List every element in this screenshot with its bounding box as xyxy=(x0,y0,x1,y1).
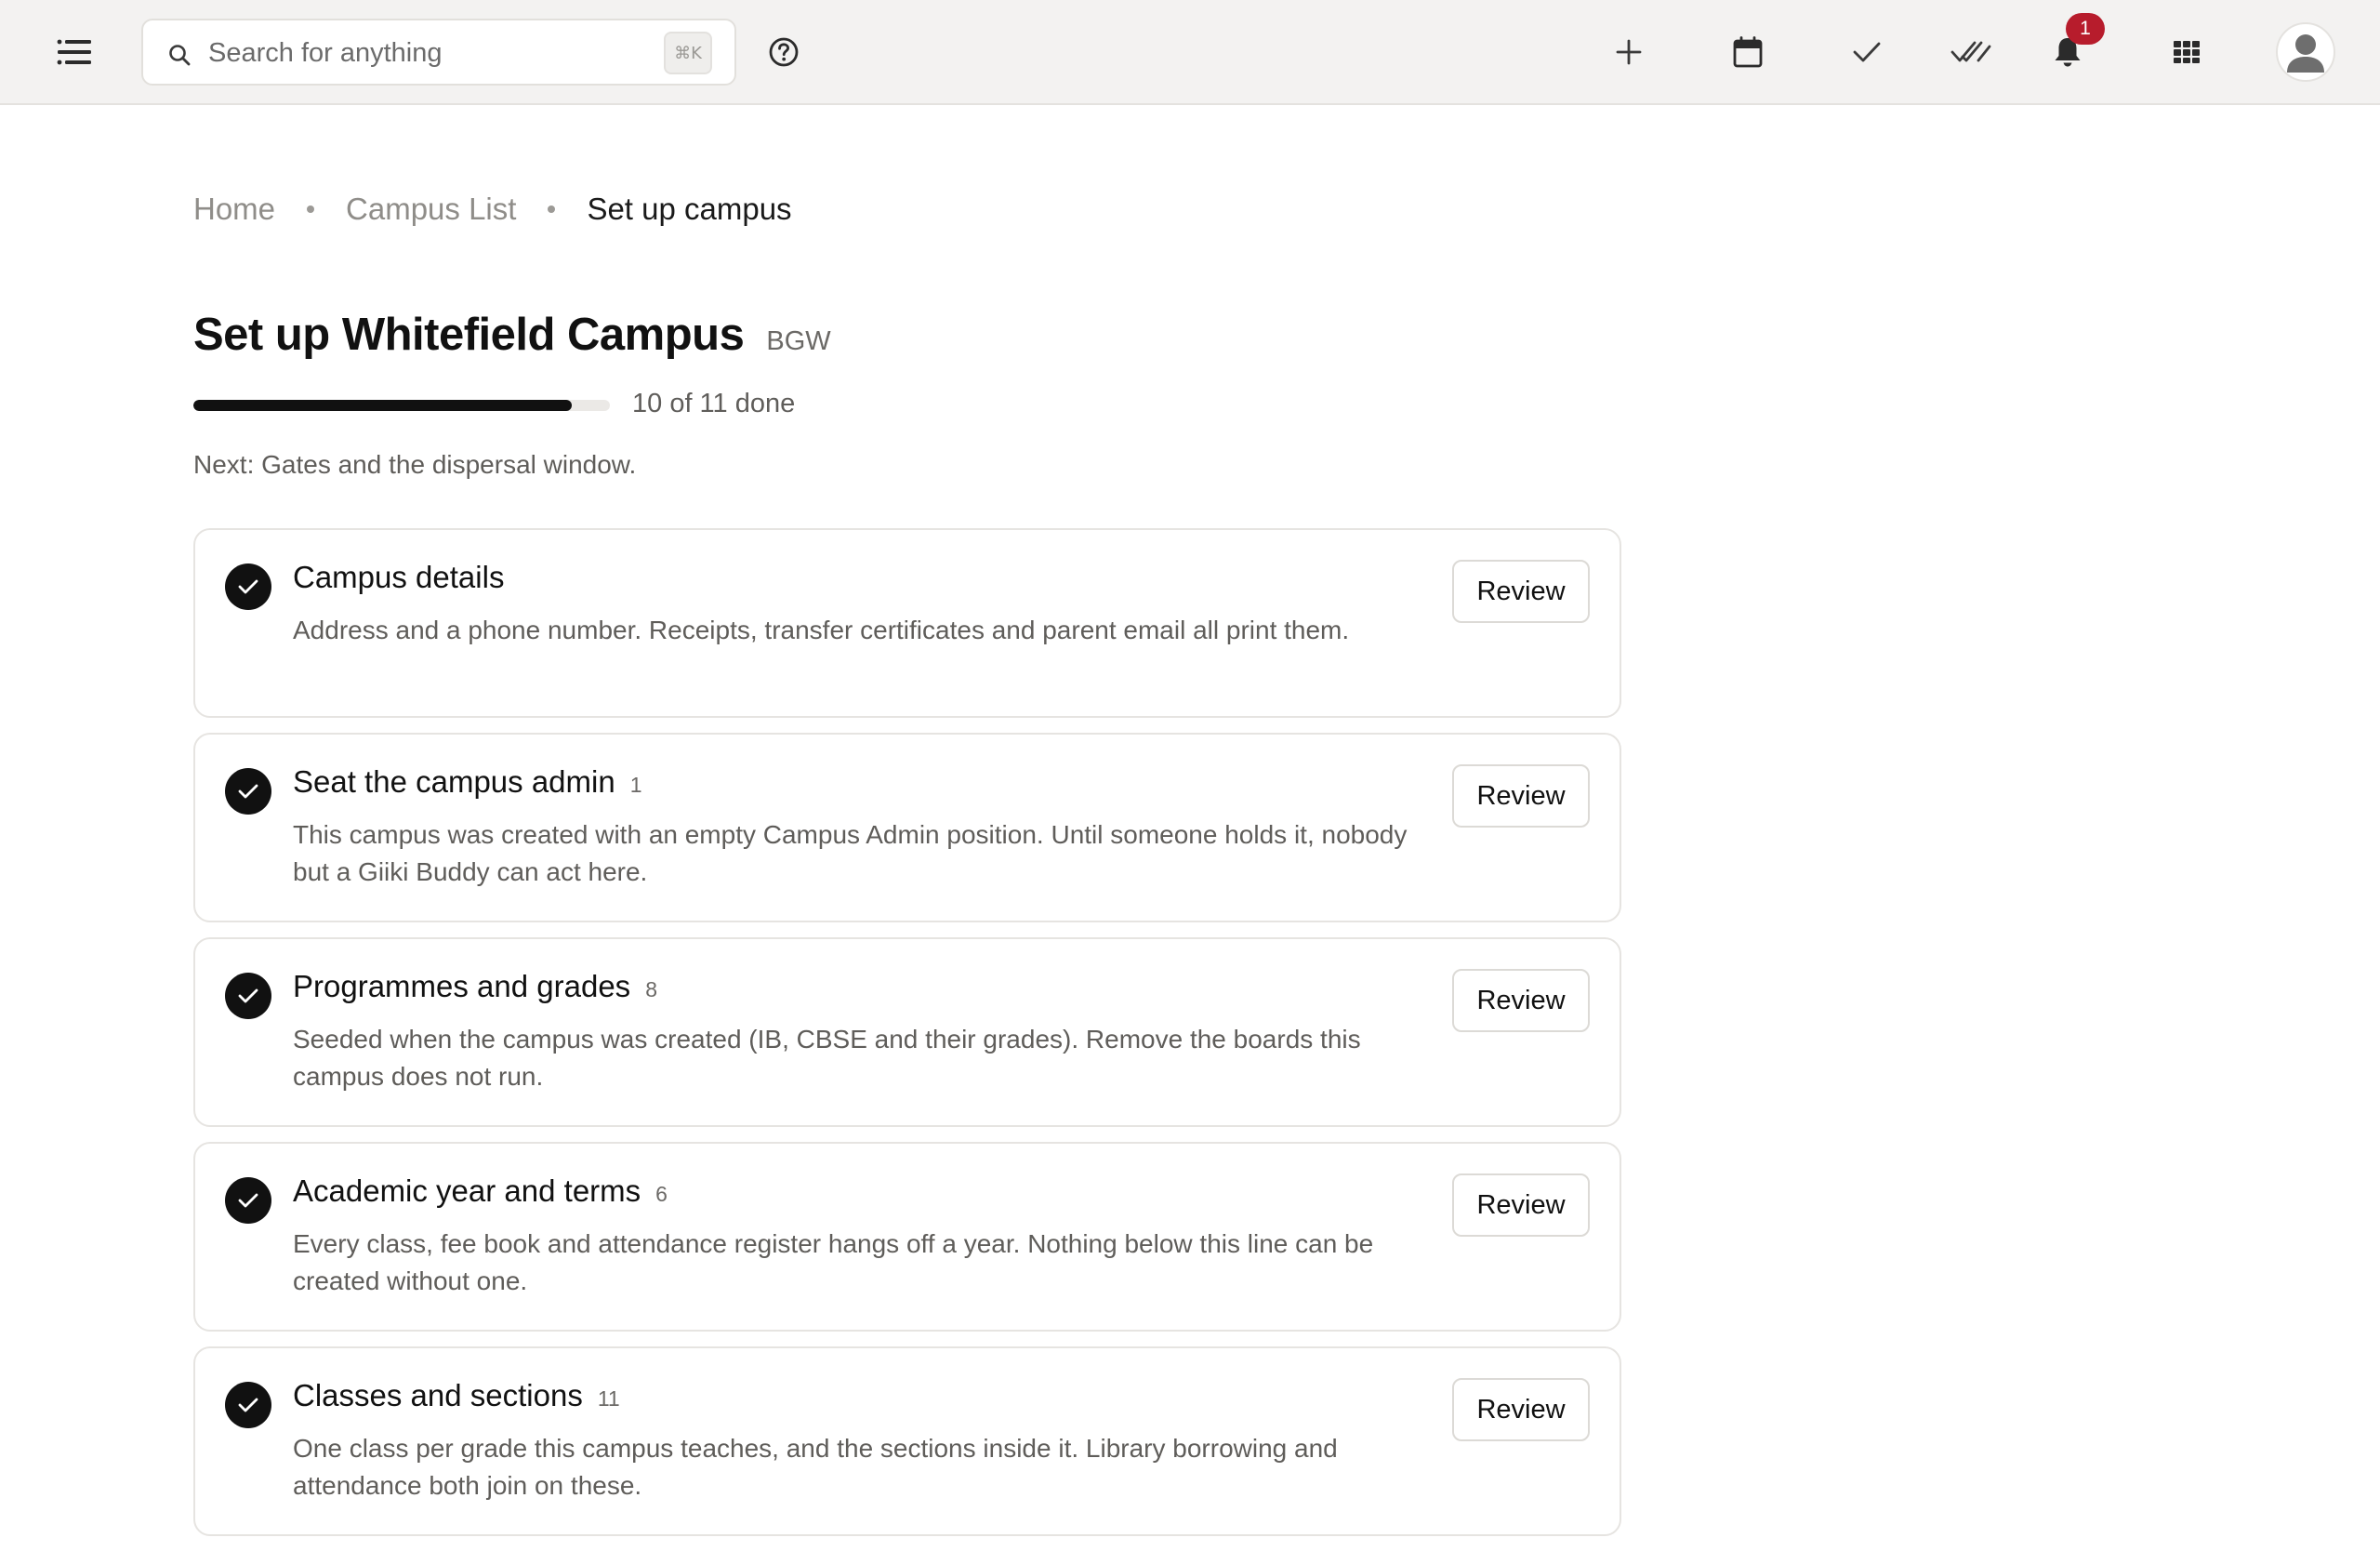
review-button[interactable]: Review xyxy=(1452,1378,1590,1441)
search-icon xyxy=(169,45,191,66)
step-description: One class per grade this campus teaches,… xyxy=(293,1434,1338,1500)
step-description: Address and a phone number. Receipts, tr… xyxy=(293,616,1350,644)
top-bar: ⌘K xyxy=(0,0,2380,105)
step-heading: Programmes and grades 8 xyxy=(293,969,657,1004)
step-card-campus-details: Campus details Address and a phone numbe… xyxy=(193,528,1621,718)
notification-badge: 1 xyxy=(2066,13,2105,45)
double-check-icon xyxy=(1950,41,1991,62)
add-button[interactable] xyxy=(1599,22,1659,82)
check-icon xyxy=(238,784,258,799)
calendar-button[interactable] xyxy=(1718,22,1778,82)
breadcrumb-campus-list[interactable]: Campus List xyxy=(346,192,516,227)
step-heading: Academic year and terms 6 xyxy=(293,1173,668,1209)
step-card-classes-sections: Classes and sections 11 One class per gr… xyxy=(193,1346,1621,1536)
step-title: Academic year and terms xyxy=(293,1173,641,1208)
step-card-programmes-grades: Programmes and grades 8 Seeded when the … xyxy=(193,937,1621,1127)
campus-code: BGW xyxy=(766,326,831,356)
step-done-check xyxy=(225,563,271,610)
check-icon xyxy=(238,1398,258,1412)
help-button[interactable] xyxy=(754,22,813,82)
page-title: Set up Whitefield Campus xyxy=(193,310,745,360)
help-circle-icon xyxy=(769,37,799,67)
step-title: Classes and sections xyxy=(293,1378,583,1412)
step-count: 6 xyxy=(655,1182,668,1206)
approvals-button[interactable] xyxy=(1941,22,2001,82)
setup-progress-fill xyxy=(193,400,573,411)
step-done-check xyxy=(225,973,271,1019)
step-title: Programmes and grades xyxy=(293,969,631,1003)
check-icon xyxy=(1853,42,1881,62)
calendar-icon xyxy=(1733,36,1763,68)
breadcrumb-home[interactable]: Home xyxy=(193,192,275,227)
search-box[interactable]: ⌘K xyxy=(141,19,736,86)
next-step-text: Next: Gates and the dispersal window. xyxy=(193,450,637,479)
plus-icon xyxy=(1616,39,1642,65)
step-description: Every class, fee book and attendance reg… xyxy=(293,1229,1374,1295)
step-done-check xyxy=(225,1177,271,1224)
step-heading: Classes and sections 11 xyxy=(293,1378,620,1413)
shortcut-hint: ⌘K xyxy=(664,32,712,74)
step-description: Seeded when the campus was created (IB, … xyxy=(293,1025,1361,1091)
check-icon xyxy=(238,579,258,594)
step-card-campus-admin: Seat the campus admin 1 This campus was … xyxy=(193,733,1621,922)
review-button[interactable]: Review xyxy=(1452,969,1590,1032)
breadcrumb-current: Set up campus xyxy=(587,192,792,226)
step-count: 1 xyxy=(629,773,642,797)
avatar[interactable] xyxy=(2276,22,2335,82)
review-button[interactable]: Review xyxy=(1452,764,1590,828)
step-count: 11 xyxy=(597,1386,620,1411)
apps-button[interactable] xyxy=(2157,22,2216,82)
step-title: Campus details xyxy=(293,560,505,594)
step-done-check xyxy=(225,768,271,815)
menu-icon xyxy=(57,39,91,65)
search-input[interactable] xyxy=(208,33,654,73)
step-count: 8 xyxy=(645,977,657,1001)
step-title: Seat the campus admin xyxy=(293,764,615,799)
review-button[interactable]: Review xyxy=(1452,1173,1590,1237)
page-header: Set up Whitefield Campus BGW xyxy=(193,309,831,368)
setup-steps-list: Campus details Address and a phone numbe… xyxy=(193,528,1621,1551)
step-description: This campus was created with an empty Ca… xyxy=(293,820,1408,886)
setup-progress-bar xyxy=(193,400,610,411)
breadcrumb-separator xyxy=(548,205,556,213)
breadcrumb-separator xyxy=(307,205,315,213)
user-icon xyxy=(2287,34,2324,73)
step-card-academic-year: Academic year and terms 6 Every class, f… xyxy=(193,1142,1621,1332)
step-done-check xyxy=(225,1382,271,1428)
menu-button[interactable] xyxy=(45,22,104,82)
step-heading: Campus details xyxy=(293,560,519,595)
review-button[interactable]: Review xyxy=(1452,560,1590,623)
tasks-button[interactable] xyxy=(1837,22,1897,82)
progress-text: 10 of 11 done xyxy=(632,389,796,418)
grid-icon xyxy=(2174,41,2200,63)
breadcrumb: Home Campus List Set up campus xyxy=(193,186,792,232)
step-heading: Seat the campus admin 1 xyxy=(293,764,642,800)
check-icon xyxy=(238,988,258,1003)
check-icon xyxy=(238,1193,258,1208)
